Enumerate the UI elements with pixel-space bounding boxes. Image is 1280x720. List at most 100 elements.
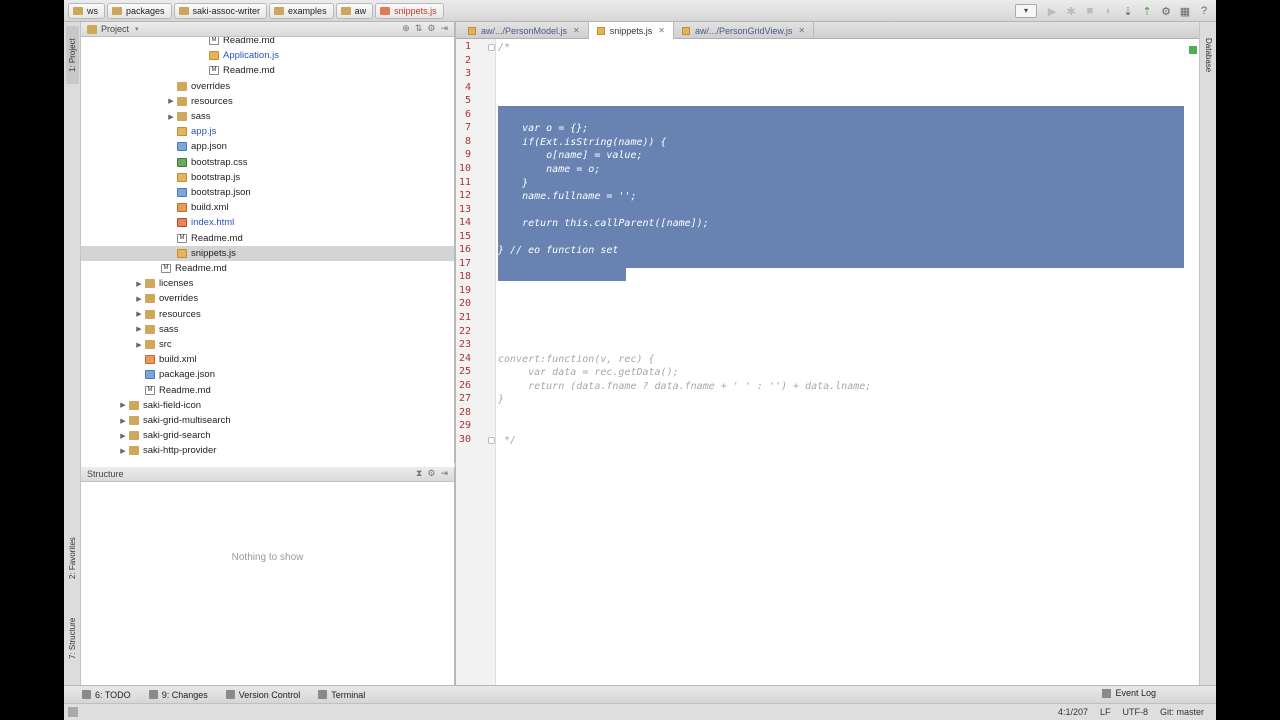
gear-icon[interactable]: ⚙	[427, 23, 435, 34]
tree-item[interactable]: ▶ saki-grid-multisearch	[81, 413, 454, 428]
tool-windows-icon[interactable]	[68, 707, 78, 717]
tree-item[interactable]: ▶ overrides	[81, 291, 454, 306]
favorites-tool-tab[interactable]: 2: Favorites	[66, 527, 79, 589]
breadcrumb-packages[interactable]: packages	[107, 2, 172, 19]
coverage-icon[interactable]: ◐	[1101, 3, 1117, 19]
tree-item[interactable]: bootstrap.js	[81, 170, 454, 185]
vcs-update-icon[interactable]: ⇣	[1120, 3, 1136, 19]
expand-arrow-icon[interactable]: ▶	[117, 432, 129, 440]
run-icon[interactable]: ▶	[1044, 3, 1060, 19]
tree-item[interactable]: index.html	[81, 215, 454, 230]
breadcrumb-ws[interactable]: ws	[68, 2, 105, 19]
fold-marker-icon[interactable]	[488, 44, 495, 51]
line-number-gutter[interactable]: 1 2 3 4 5 6 7 8 9 10 11 12 13 14 15 16 17 18 19 20 21 22 23 24 2…	[456, 39, 496, 685]
tree-item[interactable]: ▶ sass	[81, 322, 454, 337]
file-encoding[interactable]: UTF-8	[1122, 707, 1148, 717]
js-file-icon	[468, 26, 476, 35]
expand-arrow-icon[interactable]: ▶	[117, 417, 129, 425]
expand-arrow-icon[interactable]: ▶	[165, 113, 177, 121]
tree-item-label: Readme.md	[159, 384, 211, 396]
breadcrumb-snippets-js[interactable]: snippets.js	[375, 2, 444, 19]
breadcrumb-examples[interactable]: examples	[269, 2, 334, 19]
gear-icon[interactable]: ⚙	[427, 468, 435, 479]
todo-tool-button[interactable]: 6: TODO	[82, 690, 131, 700]
tree-item[interactable]: build.xml	[81, 200, 454, 215]
line-separator[interactable]: LF	[1100, 707, 1111, 717]
run-config-dropdown[interactable]: ▾	[1015, 4, 1037, 18]
expand-arrow-icon[interactable]: ▶	[133, 310, 145, 318]
collapse-all-icon[interactable]: ⇅	[415, 23, 423, 34]
expand-arrow-icon[interactable]: ▶	[117, 401, 129, 409]
scroll-from-source-icon[interactable]: ⊕	[402, 23, 410, 34]
code-editor[interactable]: /* ,set:function(name, value) { var o = {…	[488, 39, 1194, 685]
breadcrumb-saki-assoc-writer[interactable]: saki-assoc-writer	[173, 2, 268, 19]
vcs-commit-icon[interactable]: ⇡	[1139, 3, 1155, 19]
expand-arrow-icon[interactable]: ▶	[133, 280, 145, 288]
sort-icon[interactable]: ⧗	[416, 468, 422, 479]
help-icon[interactable]: ?	[1196, 3, 1212, 19]
fold-marker-icon[interactable]	[488, 436, 495, 444]
tree-item[interactable]: bootstrap.json	[81, 185, 454, 200]
tree-item[interactable]: ▶ licenses	[81, 276, 454, 291]
hide-panel-icon[interactable]: ⇥	[440, 23, 448, 34]
tree-item[interactable]: M Readme.md	[81, 261, 454, 276]
vcs-branch[interactable]: Git: master	[1160, 707, 1204, 717]
project-panel-title[interactable]: Project	[101, 24, 129, 34]
tree-item-label: Readme.md	[191, 232, 243, 244]
tree-item[interactable]: overrides	[81, 79, 454, 94]
tree-item[interactable]: ▶ sass	[81, 109, 454, 124]
project-structure-icon[interactable]: ▦	[1177, 3, 1193, 19]
structure-tool-tab[interactable]: 7: Structure	[66, 607, 79, 669]
tree-item[interactable]: build.xml	[81, 352, 454, 367]
line-number: 5	[464, 95, 471, 107]
breadcrumb-aw[interactable]: aw	[335, 2, 374, 19]
css-file-icon	[177, 157, 187, 167]
tree-item[interactable]: ▶ src	[81, 337, 454, 352]
json-file-icon	[177, 142, 187, 152]
tree-item[interactable]: ▶ resources	[81, 307, 454, 322]
database-tool-tab[interactable]: Database	[1202, 28, 1215, 83]
expand-arrow-icon[interactable]: ▶	[133, 325, 145, 333]
version-control-tool-button[interactable]: Version Control	[225, 690, 300, 700]
tree-item[interactable]: M Readme.md	[81, 231, 454, 246]
tree-item[interactable]: app.js	[81, 124, 454, 139]
tree-item[interactable]: M Readme.md	[81, 63, 454, 78]
tree-item-label: saki-http-provider	[143, 445, 217, 457]
tab-person-model[interactable]: aw/.../PersonModel.js ✕	[460, 22, 589, 39]
caret-position[interactable]: 4:1/207	[1058, 707, 1088, 717]
tree-item[interactable]: ▶ saki-grid-search	[81, 428, 454, 443]
tab-snippets[interactable]: snippets.js ✕	[588, 22, 674, 39]
close-icon[interactable]: ✕	[658, 26, 665, 35]
expand-arrow-icon[interactable]: ▶	[133, 341, 145, 349]
close-icon[interactable]: ✕	[798, 26, 805, 35]
changes-tool-button[interactable]: 9: Changes	[148, 690, 208, 700]
tree-item[interactable]: ▶ resources	[81, 94, 454, 109]
tree-item[interactable]: package.json	[81, 367, 454, 382]
terminal-tool-button[interactable]: Terminal	[318, 690, 365, 700]
hide-panel-icon[interactable]: ⇥	[440, 468, 448, 479]
tree-item[interactable]: M Readme.md	[81, 37, 454, 48]
tree-item[interactable]: bootstrap.css	[81, 155, 454, 170]
tree-item[interactable]: Application.js	[81, 48, 454, 63]
line-number: 25	[458, 366, 471, 378]
folder-icon	[145, 279, 155, 289]
tree-item[interactable]: ▶ saki-http-provider	[81, 443, 454, 458]
stop-icon[interactable]: ■	[1082, 3, 1098, 19]
expand-arrow-icon[interactable]: ▶	[117, 447, 129, 455]
close-icon[interactable]: ✕	[573, 26, 580, 35]
tree-item[interactable]: snippets.js	[81, 245, 454, 261]
event-log-button[interactable]: Event Log	[1102, 688, 1156, 698]
expand-arrow-icon[interactable]: ▶	[165, 97, 177, 105]
chevron-down-icon[interactable]: ▾	[135, 25, 139, 33]
tree-item[interactable]: ▶ saki-field-icon	[81, 398, 454, 413]
tab-person-grid-view[interactable]: aw/.../PersonGridView.js ✕	[674, 22, 815, 39]
tree-item-label: resources	[191, 95, 233, 107]
tab-label: aw/.../PersonGridView.js	[694, 25, 793, 36]
expand-arrow-icon[interactable]: ▶	[133, 295, 145, 303]
tree-item[interactable]: app.json	[81, 139, 454, 154]
tree-item[interactable]: M Readme.md	[81, 383, 454, 398]
debug-icon[interactable]: ✱	[1063, 3, 1079, 19]
settings-icon[interactable]: ⚙	[1158, 3, 1174, 19]
project-tool-tab[interactable]: 1: Project	[66, 26, 79, 84]
tree-item-label: Readme.md	[223, 37, 275, 46]
